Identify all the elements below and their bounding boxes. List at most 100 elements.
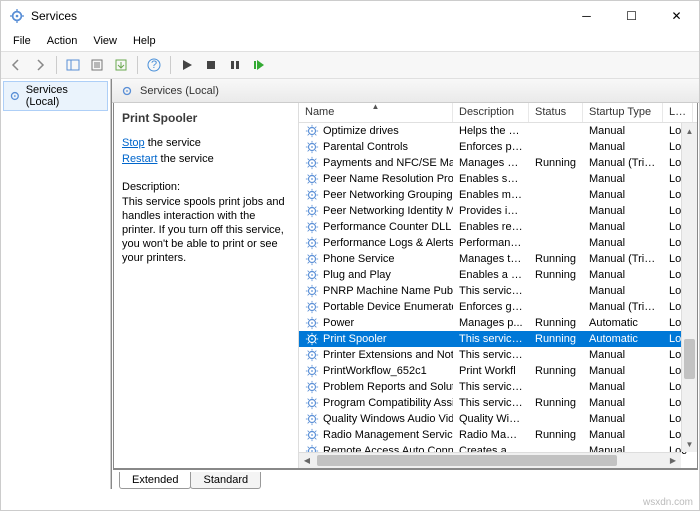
service-desc-cell: Quality Win... — [453, 413, 529, 425]
column-startup[interactable]: Startup Type — [583, 103, 663, 122]
service-row[interactable]: PNRP Machine Name Publi...This service .… — [299, 283, 697, 299]
service-row[interactable]: Parental ControlsEnforces pa...ManualLoc — [299, 139, 697, 155]
service-row[interactable]: Performance Logs & AlertsPerformanc...Ma… — [299, 235, 697, 251]
scroll-right-icon[interactable]: ▶ — [665, 453, 681, 468]
service-row[interactable]: Radio Management ServiceRadio Mana...Run… — [299, 427, 697, 443]
menu-action[interactable]: Action — [39, 33, 86, 49]
service-row[interactable]: Problem Reports and Soluti...This servic… — [299, 379, 697, 395]
service-desc-cell: This service ... — [453, 349, 529, 361]
service-startup-cell: Automatic — [583, 317, 663, 329]
help-button[interactable]: ? — [143, 54, 165, 76]
gear-icon — [120, 84, 134, 98]
service-name-cell: Print Spooler — [299, 332, 453, 346]
service-status-cell: Running — [529, 397, 583, 409]
tab-extended[interactable]: Extended — [119, 472, 191, 489]
menubar: File Action View Help — [1, 31, 699, 51]
service-row[interactable]: Peer Name Resolution Prot...Enables serv… — [299, 171, 697, 187]
service-name-cell: Peer Networking Grouping — [299, 188, 453, 202]
stop-suffix: the service — [145, 137, 201, 149]
column-description[interactable]: Description — [453, 103, 529, 122]
service-row[interactable]: Payments and NFC/SE Man...Manages pa...R… — [299, 155, 697, 171]
service-status-cell: Running — [529, 333, 583, 345]
service-startup-cell: Manual — [583, 237, 663, 249]
service-name-cell: Power — [299, 316, 453, 330]
pause-service-button[interactable] — [224, 54, 246, 76]
horizontal-thumb[interactable] — [317, 455, 617, 466]
service-desc-cell: Enables a c... — [453, 269, 529, 281]
start-service-button[interactable] — [176, 54, 198, 76]
maximize-button[interactable]: ☐ — [609, 1, 654, 31]
app-icon — [9, 8, 25, 24]
tab-standard[interactable]: Standard — [190, 472, 261, 489]
view-tabs: Extended Standard — [113, 469, 698, 489]
service-desc-cell: Enables serv... — [453, 173, 529, 185]
scroll-left-icon[interactable]: ◀ — [299, 453, 315, 468]
service-startup-cell: Manual (Trig... — [583, 301, 663, 313]
service-desc-cell: Enforces gr... — [453, 301, 529, 313]
vertical-thumb[interactable] — [684, 339, 695, 379]
restart-service-link[interactable]: Restart — [122, 153, 157, 165]
menu-view[interactable]: View — [85, 33, 125, 49]
service-row[interactable]: Print SpoolerThis service ...RunningAuto… — [299, 331, 697, 347]
toolbar: ? — [1, 51, 699, 79]
service-desc-cell: Manages p... — [453, 317, 529, 329]
tree-root-label: Services (Local) — [26, 84, 103, 108]
service-name-cell: Peer Networking Identity M... — [299, 204, 453, 218]
service-desc-cell: Print Workfl — [453, 365, 529, 377]
service-desc-cell: This service ... — [453, 285, 529, 297]
service-startup-cell: Manual — [583, 285, 663, 297]
service-name-cell: Portable Device Enumerator... — [299, 300, 453, 314]
menu-file[interactable]: File — [5, 33, 39, 49]
toolbar-separator — [170, 56, 171, 74]
service-row[interactable]: Portable Device Enumerator...Enforces gr… — [299, 299, 697, 315]
tree-root-services-local[interactable]: Services (Local) — [3, 81, 108, 111]
service-row[interactable]: PrintWorkflow_652c1Print WorkflRunningMa… — [299, 363, 697, 379]
service-startup-cell: Manual — [583, 397, 663, 409]
service-desc-cell: This service ... — [453, 397, 529, 409]
service-row[interactable]: Printer Extensions and Notif...This serv… — [299, 347, 697, 363]
service-row[interactable]: PowerManages p...RunningAutomaticLoc — [299, 315, 697, 331]
minimize-button[interactable]: ─ — [564, 1, 609, 31]
properties-button[interactable] — [86, 54, 108, 76]
scroll-down-icon[interactable]: ▼ — [682, 436, 697, 452]
service-startup-cell: Manual (Trig... — [583, 157, 663, 169]
restart-service-button[interactable] — [248, 54, 270, 76]
service-row[interactable]: Phone ServiceManages th...RunningManual … — [299, 251, 697, 267]
vertical-scrollbar[interactable]: ▲ ▼ — [681, 123, 697, 452]
service-row[interactable]: Performance Counter DLL ...Enables rem..… — [299, 219, 697, 235]
service-startup-cell: Automatic — [583, 333, 663, 345]
service-status-cell: Running — [529, 157, 583, 169]
service-list: Name▲ Description Status Startup Type Lo… — [299, 103, 697, 468]
nav-forward-button[interactable] — [29, 54, 51, 76]
service-row[interactable]: Program Compatibility Assi...This servic… — [299, 395, 697, 411]
service-row[interactable]: Plug and PlayEnables a c...RunningManual… — [299, 267, 697, 283]
menu-help[interactable]: Help — [125, 33, 164, 49]
detail-pane: Print Spooler Stop the service Restart t… — [114, 103, 299, 468]
service-startup-cell: Manual — [583, 221, 663, 233]
stop-service-button[interactable] — [200, 54, 222, 76]
scroll-up-icon[interactable]: ▲ — [682, 123, 697, 139]
service-row[interactable]: Peer Networking Identity M...Provides id… — [299, 203, 697, 219]
show-hide-tree-button[interactable] — [62, 54, 84, 76]
service-status-cell: Running — [529, 269, 583, 281]
gear-icon — [8, 89, 22, 103]
column-logon[interactable]: Log — [663, 103, 693, 122]
service-name-cell: Plug and Play — [299, 268, 453, 282]
service-row[interactable]: Optimize drivesHelps the c...ManualLoc — [299, 123, 697, 139]
list-header: Name▲ Description Status Startup Type Lo… — [299, 103, 697, 123]
nav-back-button[interactable] — [5, 54, 27, 76]
column-status[interactable]: Status — [529, 103, 583, 122]
service-name-cell: Peer Name Resolution Prot... — [299, 172, 453, 186]
horizontal-scrollbar[interactable]: ◀ ▶ — [299, 452, 681, 468]
column-name[interactable]: Name▲ — [299, 103, 453, 122]
service-row[interactable]: Quality Windows Audio Vid...Quality Win.… — [299, 411, 697, 427]
service-name-cell: PrintWorkflow_652c1 — [299, 364, 453, 378]
close-button[interactable]: ✕ — [654, 1, 699, 31]
service-desc-cell: Radio Mana... — [453, 429, 529, 441]
export-list-button[interactable] — [110, 54, 132, 76]
service-status-cell: Running — [529, 365, 583, 377]
window-title: Services — [31, 9, 564, 23]
service-startup-cell: Manual — [583, 429, 663, 441]
stop-service-link[interactable]: Stop — [122, 137, 145, 149]
service-row[interactable]: Peer Networking GroupingEnables mul...Ma… — [299, 187, 697, 203]
